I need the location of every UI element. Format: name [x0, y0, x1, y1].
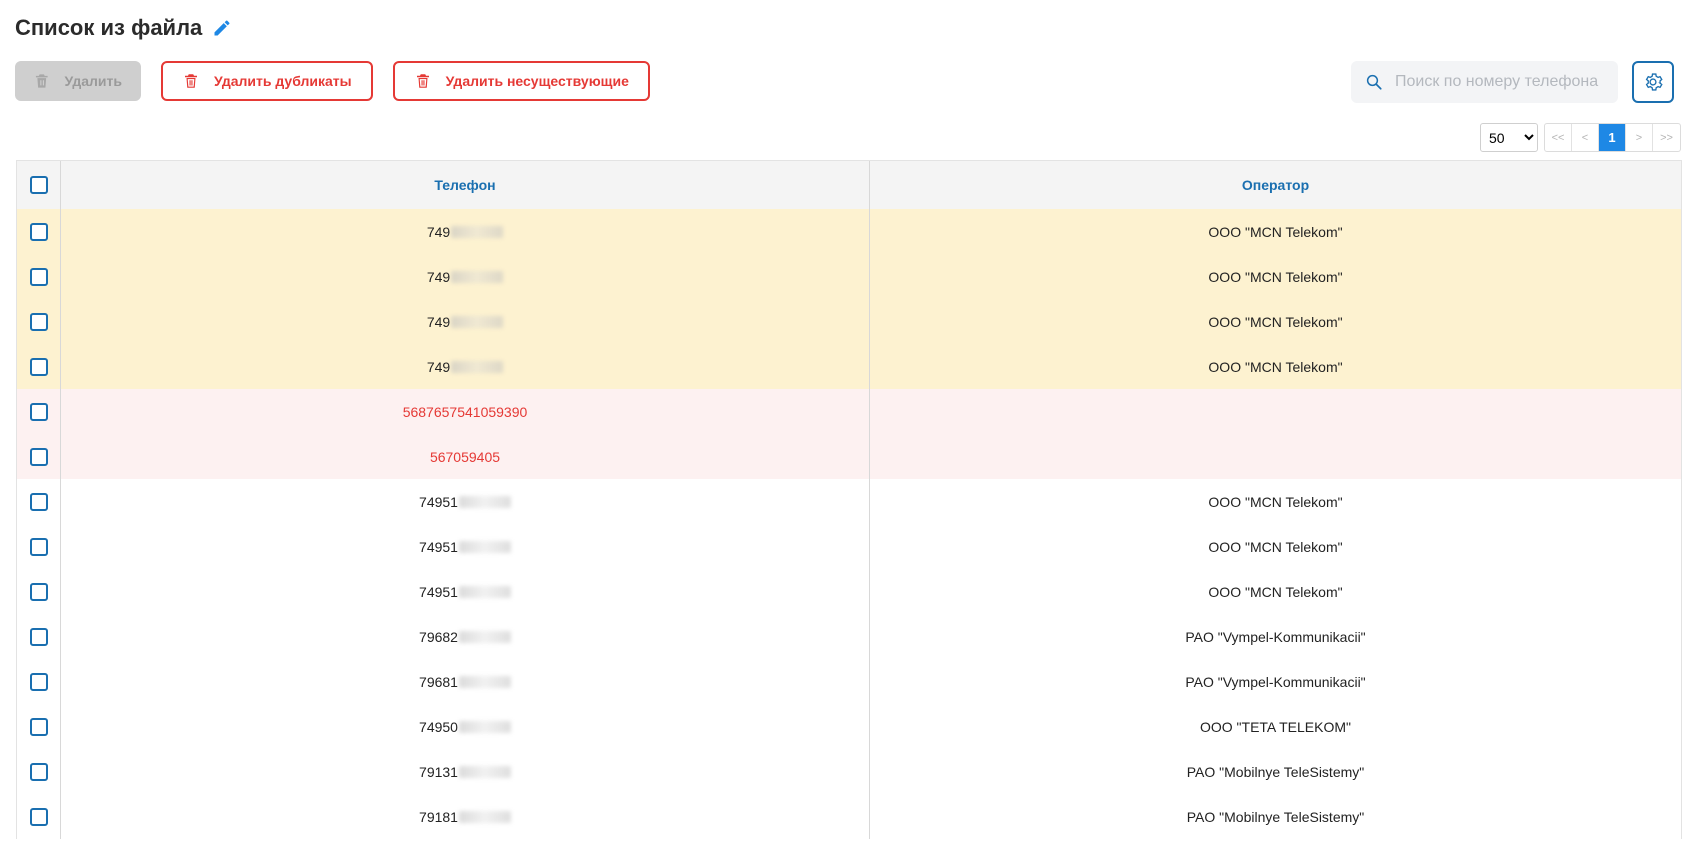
- pagination: 50 << < 1 > >>: [1480, 123, 1681, 152]
- table-row: 74951 ООО "MCN Telekom": [17, 569, 1681, 614]
- row-checkbox[interactable]: [29, 807, 48, 826]
- table-row: 79181 PAO "Mobilnye TeleSistemy": [17, 794, 1681, 839]
- row-checkbox[interactable]: [29, 717, 48, 736]
- operator-name: PAO "Mobilnye TeleSistemy": [1186, 808, 1365, 825]
- phone-number: 79682: [419, 628, 458, 645]
- table-row: 749 ООО "MCN Telekom": [17, 254, 1681, 299]
- table-row: 74950 ООО "TETA TELEKOM": [17, 704, 1681, 749]
- delete-duplicates-label: Удалить дубликаты: [214, 73, 352, 89]
- phone-number: 5687657541059390: [402, 403, 528, 420]
- redacted-digits: [451, 225, 504, 238]
- phone-number: 749: [426, 313, 451, 330]
- pencil-icon[interactable]: [212, 18, 232, 38]
- prev-page-button[interactable]: <: [1572, 124, 1599, 151]
- redacted-digits: [458, 585, 511, 598]
- next-page-button[interactable]: >: [1626, 124, 1653, 151]
- redacted-digits: [451, 315, 504, 328]
- operator-name: ООО "MCN Telekom": [1208, 493, 1343, 510]
- table-row: 749 ООО "MCN Telekom": [17, 299, 1681, 344]
- phone-number: 567059405: [429, 448, 501, 465]
- delete-duplicates-button[interactable]: Удалить дубликаты: [161, 61, 373, 101]
- operator-name: ООО "MCN Telekom": [1208, 538, 1343, 555]
- redacted-digits: [458, 540, 511, 553]
- row-checkbox[interactable]: [29, 312, 48, 331]
- phone-number: 79131: [419, 763, 458, 780]
- search-icon: [1366, 74, 1382, 90]
- redacted-digits: [458, 675, 511, 688]
- table-row: 74951 ООО "MCN Telekom": [17, 479, 1681, 524]
- delete-button[interactable]: Удалить: [15, 61, 141, 101]
- search-box: [1351, 61, 1618, 103]
- row-checkbox[interactable]: [29, 267, 48, 286]
- page-size-select[interactable]: 50: [1480, 123, 1538, 152]
- redacted-digits: [458, 720, 511, 733]
- operator-name: PAO "Vympel-Kommunikacii": [1185, 628, 1366, 645]
- redacted-digits: [458, 810, 511, 823]
- phone-number: 79681: [419, 673, 458, 690]
- phone-number: 749: [426, 268, 451, 285]
- trash-icon: [416, 74, 429, 88]
- table-row: 79682 PAO "Vympel-Kommunikacii": [17, 614, 1681, 659]
- trash-icon: [185, 74, 197, 88]
- operator-name: ООО "TETA TELEKOM": [1199, 718, 1351, 735]
- phone-number: 749: [426, 358, 451, 375]
- row-checkbox[interactable]: [29, 627, 48, 646]
- operator-name: ООО "MCN Telekom": [1208, 268, 1343, 285]
- phone-number: 74951: [419, 538, 458, 555]
- row-checkbox[interactable]: [29, 357, 48, 376]
- column-header-phone[interactable]: Телефон: [434, 177, 495, 193]
- column-header-operator[interactable]: Оператор: [1242, 177, 1309, 193]
- last-page-button[interactable]: >>: [1653, 124, 1680, 151]
- select-all-checkbox[interactable]: [29, 176, 48, 194]
- row-checkbox[interactable]: [29, 402, 48, 421]
- phone-number: 74951: [419, 583, 458, 600]
- first-page-button[interactable]: <<: [1545, 124, 1572, 151]
- redacted-digits: [458, 765, 511, 778]
- table-body: 749 ООО "MCN Telekom" 749 ООО "MCN Telekom"…: [17, 209, 1681, 839]
- row-checkbox[interactable]: [29, 582, 48, 601]
- table-row: 567059405: [17, 434, 1681, 479]
- current-page-button[interactable]: 1: [1599, 124, 1626, 151]
- row-checkbox[interactable]: [29, 537, 48, 556]
- phone-number: 74950: [419, 718, 458, 735]
- page-buttons: << < 1 > >>: [1544, 123, 1681, 152]
- row-checkbox[interactable]: [29, 222, 48, 241]
- table-header: Телефон Оператор: [17, 161, 1681, 209]
- table-row: 74951 ООО "MCN Telekom": [17, 524, 1681, 569]
- table-row: 79131 PAO "Mobilnye TeleSistemy": [17, 749, 1681, 794]
- redacted-digits: [451, 270, 504, 283]
- redacted-digits: [458, 495, 511, 508]
- operator-name: ООО "MCN Telekom": [1208, 583, 1343, 600]
- page-header: Список из файла: [15, 15, 232, 41]
- phone-number: 79181: [419, 808, 458, 825]
- trash-icon: [35, 74, 48, 88]
- operator-name: PAO "Mobilnye TeleSistemy": [1186, 763, 1365, 780]
- row-checkbox[interactable]: [29, 762, 48, 781]
- table-row: 5687657541059390: [17, 389, 1681, 434]
- phone-number: 749: [426, 223, 451, 240]
- gear-icon: [1645, 73, 1663, 91]
- phone-table: Телефон Оператор 749 ООО "MCN Telekom" 749…: [16, 160, 1682, 839]
- settings-button[interactable]: [1632, 61, 1674, 103]
- delete-nonexistent-button[interactable]: Удалить несуществующие: [392, 61, 650, 101]
- search-input[interactable]: [1393, 72, 1607, 92]
- table-row: 79681 PAO "Vympel-Kommunikacii": [17, 659, 1681, 704]
- row-checkbox[interactable]: [29, 447, 48, 466]
- toolbar: Удалить Удалить дубликаты Удалить несуще…: [15, 61, 650, 101]
- row-checkbox[interactable]: [29, 672, 48, 691]
- table-row: 749 ООО "MCN Telekom": [17, 344, 1681, 389]
- operator-name: ООО "MCN Telekom": [1208, 358, 1343, 375]
- table-row: 749 ООО "MCN Telekom": [17, 209, 1681, 254]
- delete-button-label: Удалить: [64, 73, 122, 89]
- row-checkbox[interactable]: [29, 492, 48, 511]
- delete-nonexistent-label: Удалить несуществующие: [445, 73, 629, 89]
- operator-name: ООО "MCN Telekom": [1208, 223, 1343, 240]
- page-title: Список из файла: [15, 15, 203, 40]
- operator-name: ООО "MCN Telekom": [1208, 313, 1343, 330]
- redacted-digits: [451, 360, 504, 373]
- phone-number: 74951: [419, 493, 458, 510]
- operator-name: PAO "Vympel-Kommunikacii": [1185, 673, 1366, 690]
- redacted-digits: [458, 630, 511, 643]
